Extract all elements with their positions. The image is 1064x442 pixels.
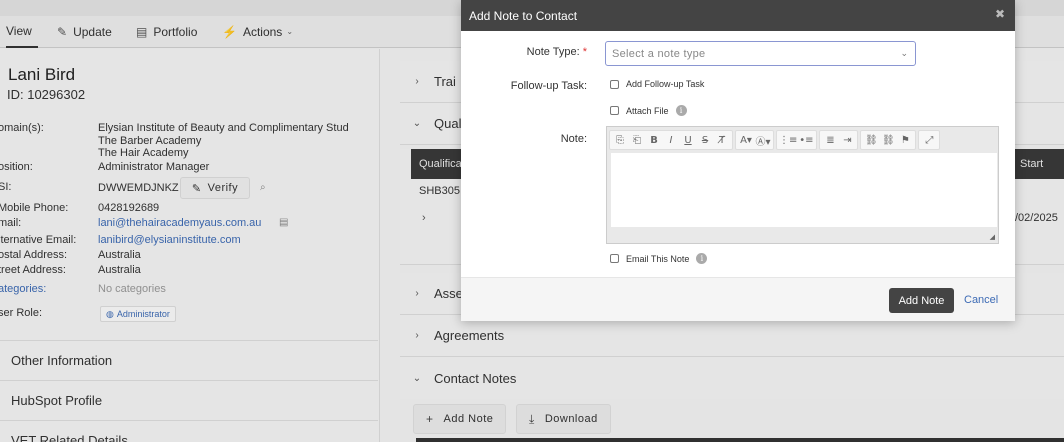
close-icon[interactable]: ✖: [995, 7, 1005, 21]
attach-file-checkbox[interactable]: [610, 106, 619, 115]
toolbar-group-indent: ≣ ⇥: [819, 130, 859, 150]
modal-header: Add Note to Contact ✖: [461, 0, 1015, 31]
note-type-select[interactable]: Select a note type ⌄: [605, 41, 916, 66]
numbered-list-icon[interactable]: ⋮≡: [779, 132, 797, 148]
maximize-icon[interactable]: ⤢: [921, 132, 937, 148]
modal-footer: Add Note Cancel: [461, 277, 1015, 321]
note-label: Note:: [560, 133, 587, 145]
note-type-label-text: Note Type:: [526, 46, 580, 58]
remove-format-icon[interactable]: T̸: [714, 132, 730, 148]
info-icon[interactable]: i: [675, 105, 687, 116]
strikethrough-icon[interactable]: S: [697, 132, 713, 148]
link-icon[interactable]: ⛓: [863, 132, 879, 148]
background-color-icon[interactable]: Ⓐ▾: [755, 132, 771, 148]
anchor-flag-icon[interactable]: ⚑: [897, 132, 913, 148]
outdent-icon[interactable]: ≣: [822, 132, 838, 148]
info-icon[interactable]: i: [696, 253, 708, 264]
note-textarea[interactable]: [611, 153, 997, 227]
bulleted-list-icon[interactable]: •≡: [798, 132, 814, 148]
attach-file-label: Attach File: [626, 105, 669, 116]
email-note-checkbox[interactable]: [610, 254, 619, 263]
add-follow-up-row: Add Follow-up Task: [610, 79, 704, 89]
add-follow-up-label: Add Follow-up Task: [626, 79, 705, 89]
paste-text-icon[interactable]: ⎗: [629, 132, 645, 148]
note-editor: ⎘ ⎗ B I U S T̸ A▾ Ⓐ▾ ⋮≡ •≡ ≣ ⇥ ⛓ ⛓ ⚑ ⤢ ◢: [606, 126, 999, 244]
add-note-submit-button[interactable]: Add Note: [889, 288, 954, 313]
required-mark: *: [582, 46, 587, 58]
toolbar-group-links: ⛓ ⛓ ⚑: [860, 130, 917, 150]
add-follow-up-checkbox[interactable]: [610, 79, 619, 89]
underline-icon[interactable]: U: [680, 132, 696, 148]
toolbar-group-clipboard: ⎘ ⎗ B I U S T̸: [609, 130, 733, 150]
editor-toolbar: ⎘ ⎗ B I U S T̸ A▾ Ⓐ▾ ⋮≡ •≡ ≣ ⇥ ⛓ ⛓ ⚑ ⤢: [609, 129, 997, 151]
text-color-icon[interactable]: A▾: [738, 132, 754, 148]
email-note-row: Email This Note i: [610, 253, 708, 264]
toolbar-group-view: ⤢: [918, 130, 941, 150]
note-type-label: Note Type: *: [461, 46, 587, 58]
email-note-label: Email This Note: [626, 253, 690, 264]
attach-file-row: Attach File i: [610, 105, 687, 116]
indent-icon[interactable]: ⇥: [839, 132, 855, 148]
paste-icon[interactable]: ⎘: [612, 132, 628, 148]
bold-icon[interactable]: B: [646, 132, 662, 148]
unlink-icon[interactable]: ⛓: [880, 132, 896, 148]
note-type-placeholder: Select a note type: [612, 48, 706, 60]
cancel-button[interactable]: Cancel: [964, 294, 998, 306]
italic-icon[interactable]: I: [663, 132, 679, 148]
add-note-modal: Add Note to Contact ✖ Note Type: * Selec…: [461, 0, 1015, 321]
follow-up-label: Follow-up Task:: [510, 80, 587, 92]
modal-title: Add Note to Contact: [469, 9, 578, 23]
chevron-down-icon: ⌄: [900, 48, 908, 58]
toolbar-group-lists: ⋮≡ •≡: [776, 130, 818, 150]
toolbar-group-color: A▾ Ⓐ▾: [735, 130, 774, 150]
resize-handle-icon[interactable]: ◢: [990, 233, 995, 241]
